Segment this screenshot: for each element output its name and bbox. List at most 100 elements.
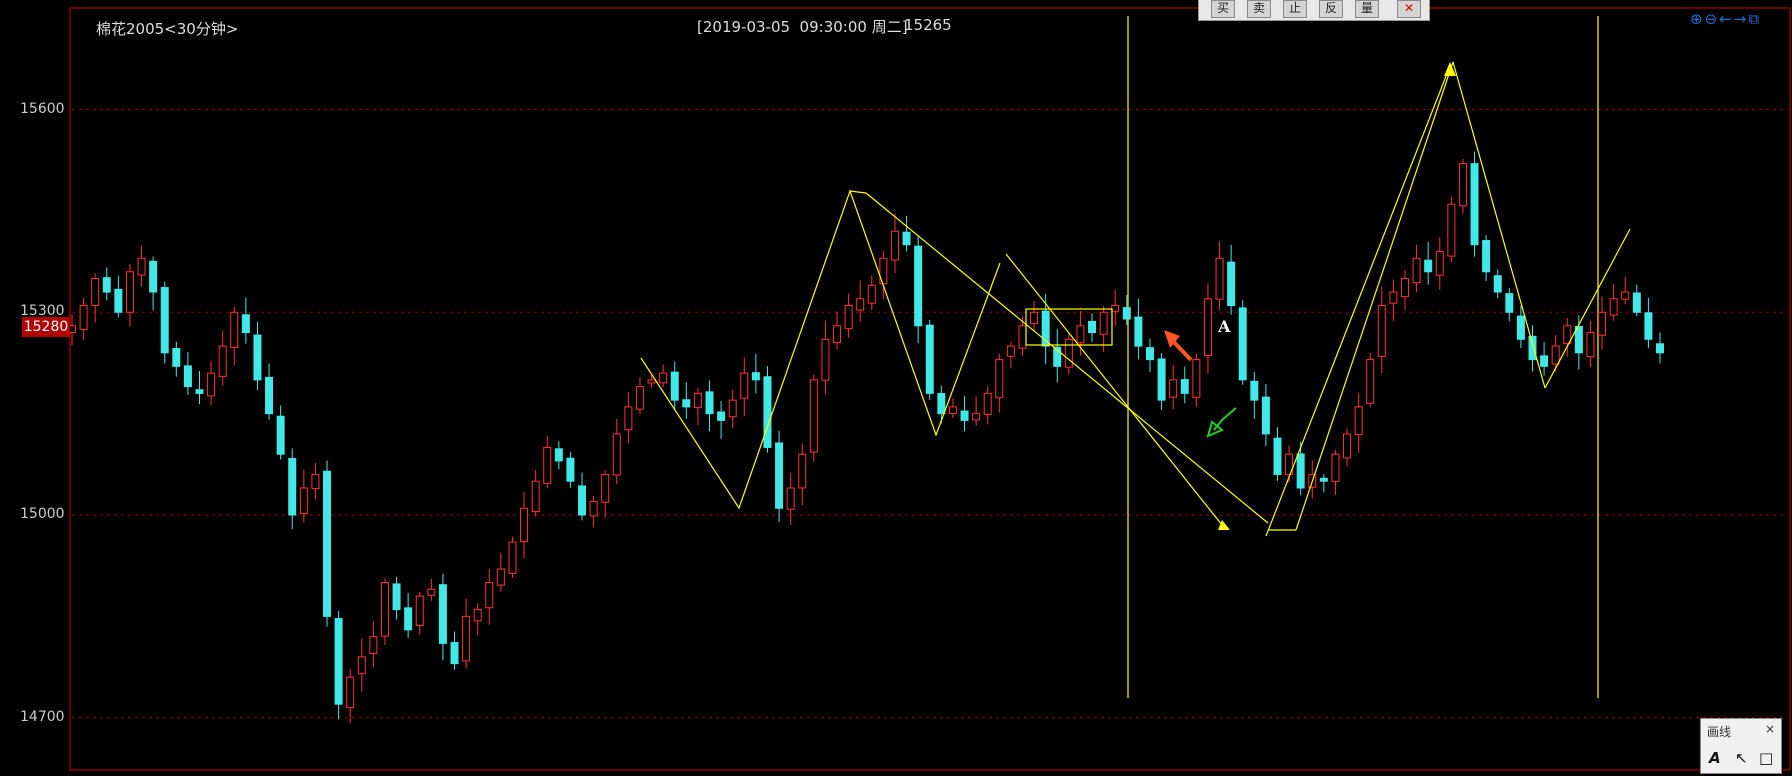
candle: [462, 598, 471, 669]
candle-body: [172, 348, 181, 367]
candle: [960, 395, 969, 432]
candle-body: [1238, 307, 1247, 381]
candle-body: [1122, 307, 1131, 320]
candle-body: [1400, 278, 1409, 298]
candle: [1609, 283, 1618, 321]
candle-body: [1261, 396, 1270, 435]
candle-body: [1516, 315, 1525, 340]
candle: [1621, 276, 1630, 305]
candle-body: [972, 413, 981, 421]
candle: [496, 552, 505, 592]
candle-body: [357, 656, 366, 675]
sell-button[interactable]: 卖: [1247, 0, 1271, 18]
text-tool-icon[interactable]: A: [1709, 749, 1721, 767]
reverse-button[interactable]: 反: [1319, 0, 1343, 18]
y-tick-label: 15000: [20, 506, 65, 522]
candle: [299, 469, 308, 523]
candle-body: [763, 376, 772, 448]
candle-body: [705, 391, 714, 415]
candle: [241, 297, 250, 344]
candle: [833, 311, 842, 350]
candle: [705, 380, 714, 432]
candle-body: [1656, 343, 1664, 354]
candle-body: [659, 372, 668, 384]
buy-button[interactable]: 买: [1211, 0, 1235, 18]
candle: [1134, 298, 1143, 360]
candle-body: [566, 457, 575, 482]
chart-canvas[interactable]: A: [0, 0, 1792, 772]
candle: [485, 568, 494, 625]
rectangle-tool-icon[interactable]: □: [1759, 749, 1773, 767]
candle-body: [125, 271, 134, 313]
candle-body: [1064, 338, 1073, 368]
candle-body: [1644, 312, 1653, 340]
candle-body: [1528, 335, 1537, 361]
zoom-in-icon[interactable]: ⊕: [1690, 10, 1703, 28]
stop-button[interactable]: 止: [1283, 0, 1307, 18]
kline-chart[interactable]: A 棉花2005<30分钟> [2019-03-05 09:30:00 周二] …: [0, 0, 1792, 774]
candle-body: [102, 277, 111, 293]
candle: [392, 576, 401, 620]
zoom-out-icon[interactable]: ⊖: [1705, 10, 1718, 28]
candle: [693, 387, 702, 426]
candle: [102, 267, 111, 301]
candle-body: [311, 473, 320, 490]
candle: [1493, 269, 1502, 299]
candle: [1644, 297, 1653, 349]
candle-body: [902, 231, 911, 246]
candle-body: [1435, 250, 1444, 276]
candle-body: [1598, 311, 1607, 336]
candle: [612, 418, 621, 484]
candle-body: [299, 487, 308, 515]
candle-body: [1366, 359, 1375, 404]
candle-body: [149, 260, 158, 293]
candle: [1331, 450, 1340, 495]
candle-body: [601, 473, 610, 503]
candle: [438, 573, 447, 661]
candle-body: [1470, 163, 1479, 246]
candle-body: [1018, 325, 1027, 349]
candle: [809, 375, 818, 462]
candle: [1064, 333, 1073, 375]
candle: [1400, 269, 1409, 310]
close-x-icon[interactable]: ✕: [1397, 0, 1421, 18]
volume-button[interactable]: 量: [1355, 0, 1379, 18]
arrow-right-icon[interactable]: →: [1734, 10, 1747, 28]
candle-body: [914, 245, 923, 327]
candle: [1157, 353, 1166, 410]
close-icon[interactable]: ×: [1765, 722, 1775, 736]
candle: [265, 363, 274, 420]
candle: [972, 396, 981, 426]
candle: [867, 275, 876, 310]
detach-icon[interactable]: ⧉: [1748, 10, 1759, 28]
candle: [647, 374, 656, 389]
arrow-left-icon[interactable]: ←: [1719, 10, 1732, 28]
candle-body: [427, 588, 436, 596]
trendline: [1295, 61, 1454, 531]
candle: [983, 386, 992, 425]
candle: [1586, 321, 1595, 367]
candle-body: [1632, 292, 1641, 313]
candle-body: [1192, 359, 1201, 398]
candle: [1447, 196, 1456, 262]
candle-body: [415, 595, 424, 627]
candle: [172, 341, 181, 377]
candle-body: [323, 470, 332, 617]
candle-body: [890, 230, 899, 261]
candle: [114, 275, 123, 318]
candle-body: [960, 410, 969, 421]
candle: [450, 631, 459, 670]
candle: [230, 307, 239, 366]
candle: [125, 264, 134, 327]
candle-body: [218, 345, 227, 377]
candle-body: [1099, 311, 1108, 335]
candle: [1435, 237, 1444, 290]
trendline-drawings: A: [640, 61, 1631, 537]
candle-body: [288, 457, 297, 516]
candle: [404, 592, 413, 638]
pointer-tool-icon[interactable]: ↖: [1735, 749, 1748, 767]
candle-body: [948, 406, 957, 415]
candle: [1354, 392, 1363, 453]
candle: [218, 330, 227, 386]
trendline: [1452, 61, 1546, 389]
